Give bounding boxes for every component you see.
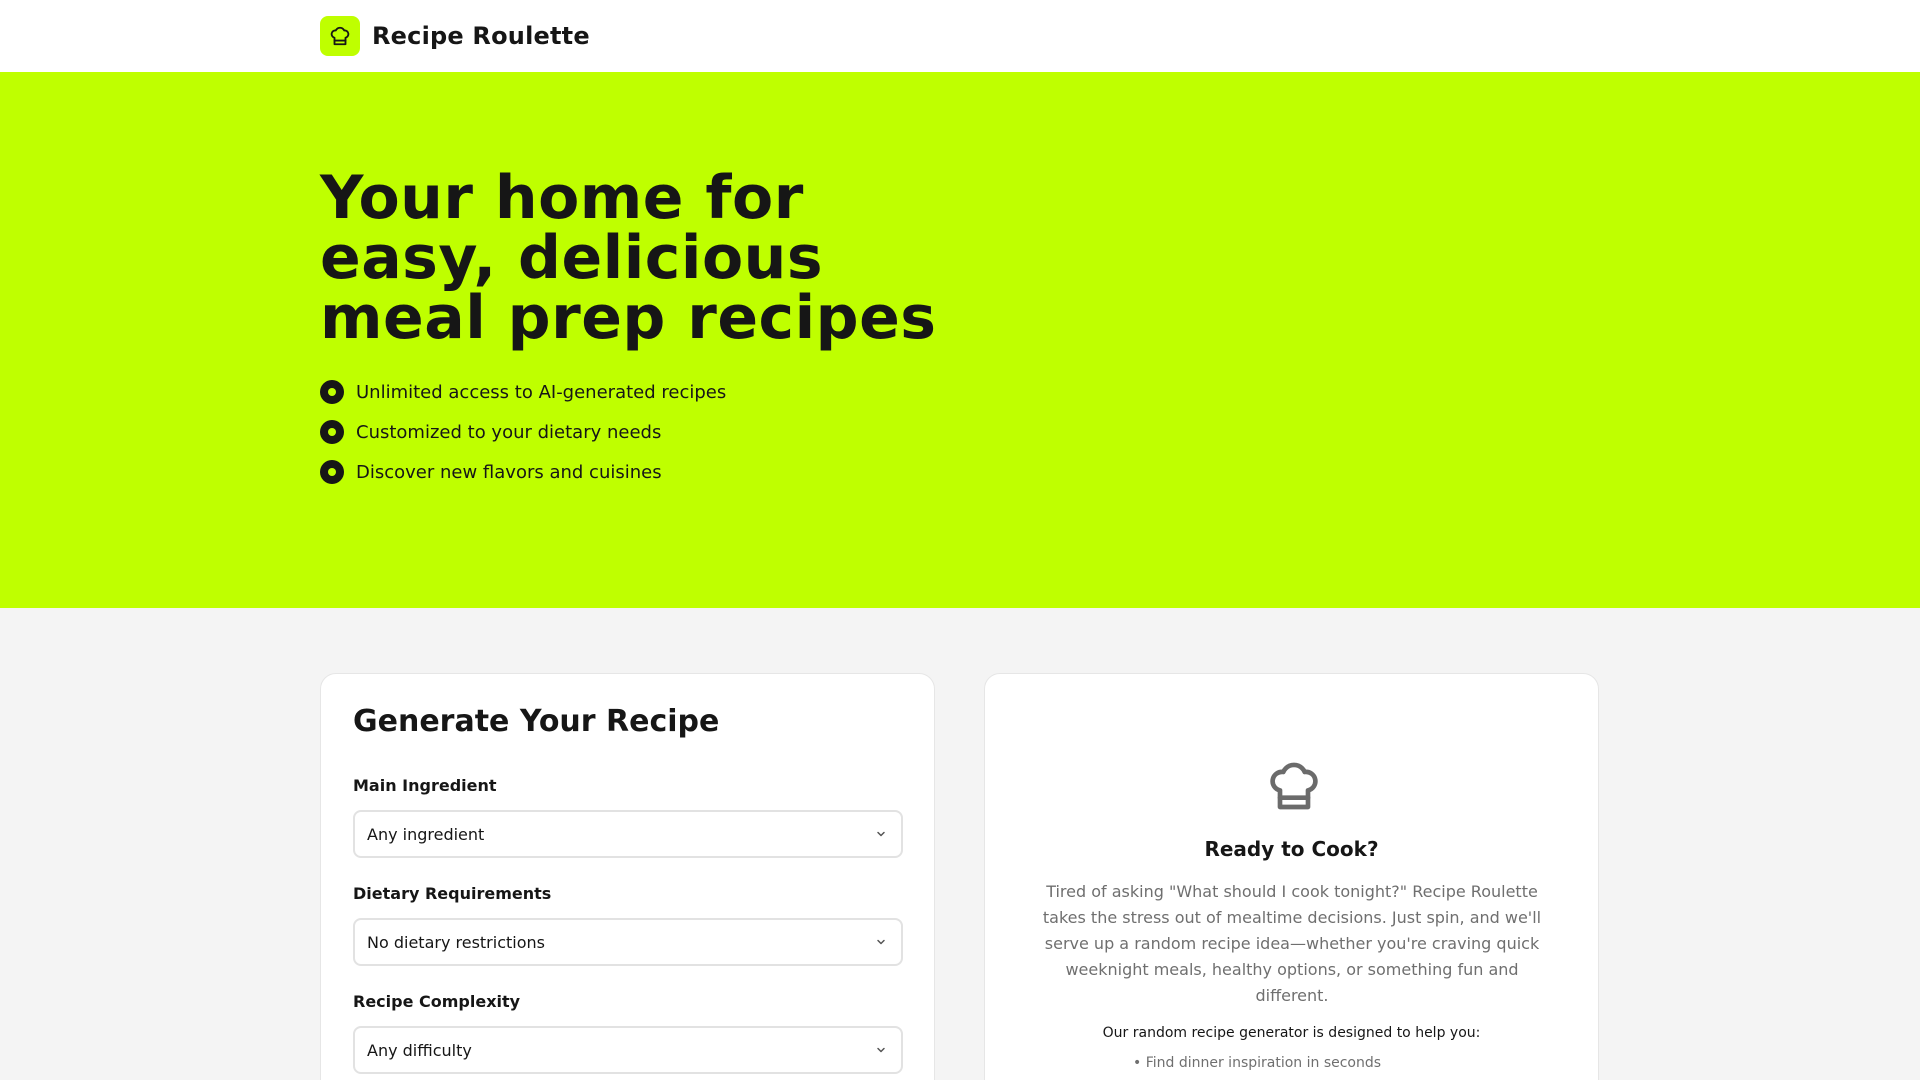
recipe-complexity-label: Recipe Complexity	[353, 992, 521, 1011]
ready-title: Ready to Cook?	[1204, 837, 1379, 861]
recipe-complexity-select[interactable]: Any difficulty	[353, 1026, 903, 1074]
benefit-item: • Find dinner inspiration in seconds	[1133, 1055, 1382, 1071]
feature-item: Customized to your dietary needs	[320, 412, 726, 452]
brand-home-link[interactable]: Recipe Roulette	[320, 16, 590, 56]
chef-hat-icon	[320, 16, 360, 56]
dietary-requirements-select[interactable]: No dietary restrictions	[353, 918, 903, 966]
chevron-down-icon	[877, 831, 885, 837]
recipe-generator-form: Generate Your Recipe Main Ingredient Any…	[320, 673, 935, 1080]
main-ingredient-label: Main Ingredient	[353, 776, 497, 795]
bullet-icon	[320, 420, 344, 444]
hero-title-line: meal prep recipes	[320, 283, 937, 353]
benefits-heading: Our random recipe generator is designed …	[1102, 1025, 1481, 1041]
bullet-icon	[320, 380, 344, 404]
feature-item: Unlimited access to AI-generated recipes	[320, 372, 726, 412]
dietary-requirements-value: No dietary restrictions	[367, 932, 545, 952]
feature-item: Discover new flavors and cuisines	[320, 452, 726, 492]
feature-text: Discover new flavors and cuisines	[356, 461, 662, 483]
chevron-down-icon	[877, 939, 885, 945]
chef-hat-icon	[1270, 762, 1318, 810]
feature-list: Unlimited access to AI-generated recipes…	[320, 372, 726, 492]
feature-text: Customized to your dietary needs	[356, 421, 662, 443]
recipe-complexity-value: Any difficulty	[367, 1040, 472, 1060]
top-navigation-bar: Recipe Roulette	[0, 0, 1920, 72]
feature-text: Unlimited access to AI-generated recipes	[356, 381, 727, 403]
chevron-down-icon	[877, 1047, 885, 1053]
ready-description: Tired of asking "What should I cook toni…	[1042, 882, 1542, 1005]
main-ingredient-select[interactable]: Any ingredient	[353, 810, 903, 858]
hero-title: Your home for easy, delicious meal prep …	[320, 168, 1020, 348]
main-ingredient-value: Any ingredient	[367, 824, 485, 844]
form-title: Generate Your Recipe	[353, 704, 720, 739]
brand-name: Recipe Roulette	[372, 22, 590, 50]
bullet-icon	[320, 460, 344, 484]
ready-to-cook-panel: Ready to Cook? Tired of asking "What sho…	[984, 673, 1599, 1080]
dietary-requirements-label: Dietary Requirements	[353, 884, 552, 903]
hero-section: Your home for easy, delicious meal prep …	[0, 72, 1920, 608]
benefits-list: • Find dinner inspiration in seconds	[1133, 1053, 1381, 1073]
